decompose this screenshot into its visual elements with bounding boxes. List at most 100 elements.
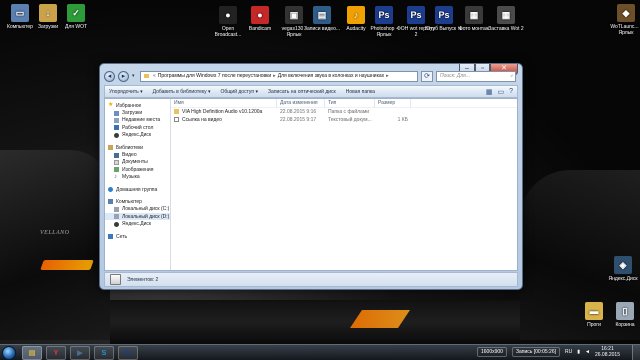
desktop-icon-item[interactable]: ▦ Заставка Wot 2 — [486, 6, 526, 32]
table-row[interactable]: Ссылка на видео 22.08.2015 9:17 Текстовы… — [171, 116, 517, 124]
burn-button[interactable]: Записать на оптический диск — [268, 89, 336, 95]
nav-item-recent[interactable]: Недавние места — [105, 117, 170, 124]
desktop-icon-item[interactable]: ✓ Для WOT — [56, 4, 96, 30]
help-icon[interactable]: ? — [509, 88, 513, 96]
new-folder-button[interactable]: Новая папка — [346, 89, 375, 95]
nav-item-documents[interactable]: Документы — [105, 159, 170, 166]
address-row: ◂ ▸ ▾ « Программы для Windows 7 после пе… — [104, 70, 516, 82]
breadcrumb-item[interactable]: Для включения звука в колонках и наушник… — [278, 73, 384, 79]
show-desktop-button[interactable] — [632, 345, 640, 360]
nav-item-yandex-disk[interactable]: Яндекс.Диск — [105, 132, 170, 139]
nav-item-video[interactable]: Видео — [105, 151, 170, 158]
wot-folder-icon: ✓ — [67, 4, 85, 22]
volume-icon[interactable]: ◄ — [585, 349, 590, 355]
refresh-button[interactable]: ⟳ — [421, 70, 433, 82]
clock-date: 26.08.2015 — [594, 352, 620, 358]
photo-montage-icon: ▦ — [465, 6, 483, 24]
nav-item-pictures[interactable]: Изображения — [105, 166, 170, 173]
column-type[interactable]: Тип — [325, 98, 375, 108]
recent-places-icon — [114, 117, 119, 123]
nav-item-drive-c[interactable]: Локальный диск (C:) — [105, 206, 170, 213]
nav-item-music[interactable]: ♪ Музыка — [105, 174, 170, 181]
nav-homegroup[interactable]: Домашняя группа — [105, 186, 170, 193]
obs-icon: ● — [219, 6, 237, 24]
clock[interactable]: 16:21 26.08.2015 — [595, 346, 620, 358]
nav-libraries[interactable]: Библиотеки — [105, 144, 170, 151]
taskbar-app-media[interactable]: ▶ — [70, 346, 90, 360]
taskbar-app-skype[interactable]: S — [94, 346, 114, 360]
taskbar-app-photoshop[interactable]: Ps — [118, 346, 138, 360]
breadcrumb-item[interactable]: Программы для Windows 7 после переустано… — [158, 73, 271, 79]
file-name-cell: VIA High Definition Audio v10.1200a — [171, 109, 277, 115]
nav-computer[interactable]: Компьютер — [105, 198, 170, 205]
forward-button[interactable]: ▸ — [118, 70, 129, 82]
nav-favorites[interactable]: ★ Избранное — [105, 102, 170, 109]
resolution-indicator[interactable]: 1600x900 — [477, 347, 507, 357]
skype-icon: S — [101, 349, 107, 357]
column-size[interactable]: Размер — [375, 98, 411, 108]
organize-button[interactable]: Упорядочить ▾ — [109, 89, 143, 95]
table-row[interactable]: VIA High Definition Audio v10.1200a 22.0… — [171, 108, 517, 116]
file-type: Папка с файлами — [328, 109, 370, 115]
nav-item-downloads[interactable]: Загрузки — [105, 109, 170, 116]
video-icon — [114, 152, 119, 158]
column-name[interactable]: Имя — [171, 98, 277, 108]
system-tray: 1600x900 Запись [00:05:26] RU ▮ ◄ 16:21 … — [477, 346, 620, 358]
wallpaper-car-bottom — [110, 300, 520, 344]
file-list: Имя Дата изменения Тип Размер VIA High D… — [171, 98, 517, 270]
downloads-icon — [114, 110, 119, 116]
taskbar-app-explorer[interactable]: ▤ — [22, 346, 42, 360]
nav-item-drive-d[interactable]: Локальный диск (D:) — [105, 213, 170, 221]
wot-splash-icon: ▦ — [497, 6, 515, 24]
add-to-library-button[interactable]: Добавить в библиотеку ▾ — [153, 89, 211, 95]
computer-icon: ▭ — [11, 4, 29, 22]
desktop-icon — [114, 125, 119, 131]
programs-folder-icon: ▬ — [585, 302, 603, 320]
desktop-icon-item[interactable]: ▯ Корзина — [605, 302, 640, 328]
share-button[interactable]: Общий доступ ▾ — [221, 89, 259, 95]
file-type: Текстовый докум... — [328, 117, 372, 123]
explorer-icon: ▤ — [28, 350, 36, 357]
file-size: 1 КБ — [397, 117, 408, 123]
video-records-icon: ▤ — [313, 6, 331, 24]
back-button[interactable]: ◂ — [104, 70, 115, 82]
bandicam-icon: ● — [251, 6, 269, 24]
nav-label: Загрузки — [122, 110, 143, 117]
text-file-icon — [174, 117, 179, 122]
vegas-icon: ▣ — [285, 6, 303, 24]
language-indicator[interactable]: RU — [565, 349, 572, 355]
desktop-icon-item[interactable]: ◆ WoTLaunc... - Ярлык — [606, 4, 640, 36]
nav-label: Яндекс.Диск — [122, 221, 152, 228]
preview-pane-icon[interactable]: ▭ — [497, 88, 504, 96]
desktop-icon-label: Корзина — [615, 322, 635, 328]
address-bar[interactable]: « Программы для Windows 7 после переуста… — [140, 70, 418, 82]
drive-icon — [114, 214, 119, 220]
pictures-icon — [114, 167, 119, 173]
network-icon — [108, 234, 113, 240]
wallpaper-glow — [40, 260, 94, 270]
yandex-icon: Y — [53, 349, 59, 357]
taskbar-app-yandex[interactable]: Y — [46, 346, 66, 360]
nav-network[interactable]: Сеть — [105, 233, 170, 240]
column-headers: Имя Дата изменения Тип Размер — [171, 98, 517, 108]
explorer-window[interactable]: ‒ ▫ ✕ ◂ ▸ ▾ « Программы для Windows 7 по… — [99, 63, 523, 290]
column-date[interactable]: Дата изменения — [277, 98, 325, 108]
nav-item-desktop[interactable]: Рабочий стол — [105, 124, 170, 131]
start-button[interactable] — [2, 346, 16, 360]
view-options-icon[interactable]: ▦ — [486, 88, 493, 96]
desktop-icon-item[interactable]: ◈ Яндекс.Диск — [603, 256, 640, 282]
nav-item-yandex-disk-2[interactable]: Яндекс.Диск — [105, 220, 170, 227]
record-indicator[interactable]: Запись [00:05:26] — [511, 347, 561, 357]
search-placeholder: Поиск: Для... — [440, 72, 471, 79]
search-icon: ⌕ — [510, 72, 513, 79]
folder-icon — [174, 109, 179, 114]
documents-icon — [114, 159, 119, 165]
search-input[interactable]: Поиск: Для... ⌕ — [436, 70, 516, 82]
computer-icon — [108, 199, 113, 205]
wallpaper-stripe — [350, 310, 410, 328]
network-tray-icon[interactable]: ▮ — [577, 349, 580, 355]
history-dropdown[interactable]: ▾ — [132, 73, 137, 79]
breadcrumb-separator: « — [153, 73, 156, 79]
nav-label: Изображения — [122, 166, 154, 173]
star-icon: ★ — [108, 102, 114, 109]
